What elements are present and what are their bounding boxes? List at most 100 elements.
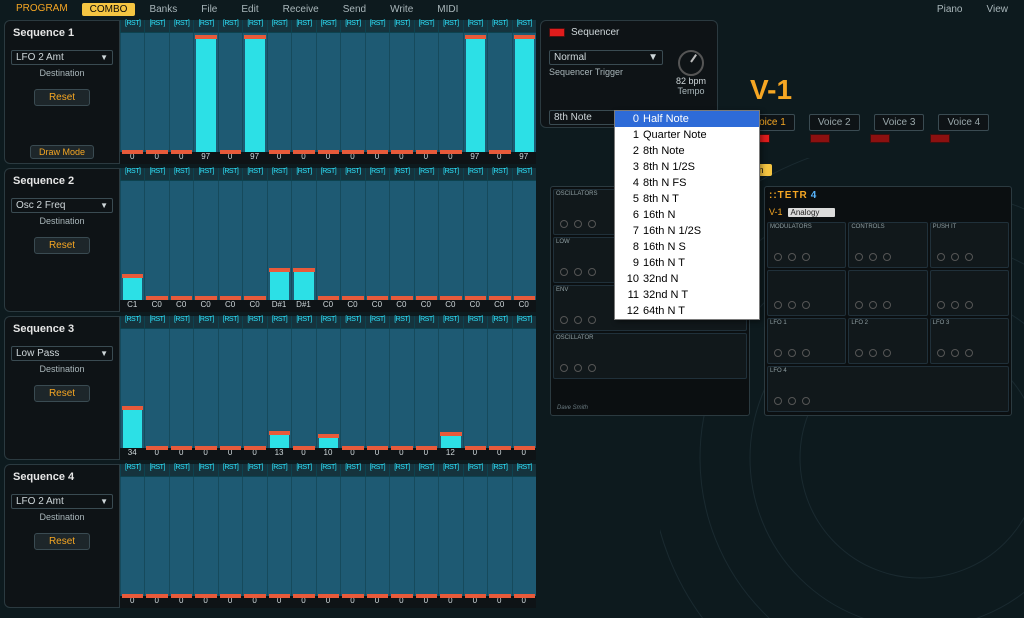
reset-button[interactable]: Reset [34, 385, 90, 402]
rst-button[interactable]: [RST] [193, 464, 217, 476]
rst-button[interactable]: [RST] [438, 20, 462, 32]
reset-button[interactable]: Reset [34, 89, 90, 106]
rst-button[interactable]: [RST] [340, 316, 364, 328]
dropdown-item[interactable]: 48th N FS [615, 175, 759, 191]
dropdown-item[interactable]: 38th N 1/2S [615, 159, 759, 175]
rst-button[interactable]: [RST] [365, 20, 389, 32]
sequence-bars[interactable] [120, 180, 536, 300]
rst-button[interactable]: [RST] [414, 464, 438, 476]
menu-edit[interactable]: Edit [231, 3, 268, 16]
rst-button[interactable]: [RST] [487, 464, 511, 476]
rst-button[interactable]: [RST] [414, 168, 438, 180]
rst-button[interactable]: [RST] [144, 464, 168, 476]
draw-mode-button[interactable]: Draw Mode [30, 145, 94, 159]
rst-button[interactable]: [RST] [438, 464, 462, 476]
rst-button[interactable]: [RST] [242, 464, 266, 476]
destination-select[interactable]: LFO 2 Amt▼ [11, 494, 113, 509]
rst-button[interactable]: [RST] [487, 316, 511, 328]
menu-view[interactable]: View [977, 3, 1019, 16]
sequence-bars[interactable] [120, 476, 536, 596]
reset-button[interactable]: Reset [34, 533, 90, 550]
rst-button[interactable]: [RST] [389, 464, 413, 476]
voice-tab-4[interactable]: Voice 4 [938, 114, 989, 131]
rst-button[interactable]: [RST] [365, 316, 389, 328]
destination-select[interactable]: Low Pass▼ [11, 346, 113, 361]
voice-tab-3[interactable]: Voice 3 [874, 114, 925, 131]
rst-button[interactable]: [RST] [144, 168, 168, 180]
dropdown-item[interactable]: 816th N S [615, 239, 759, 255]
rst-button[interactable]: [RST] [487, 168, 511, 180]
sequence-bars[interactable] [120, 32, 536, 152]
dropdown-item[interactable]: 0Half Note [615, 111, 759, 127]
dropdown-item[interactable]: 616th N [615, 207, 759, 223]
menu-midi[interactable]: MIDI [427, 3, 468, 16]
sequencer-led[interactable] [549, 28, 565, 37]
rst-button[interactable]: [RST] [389, 168, 413, 180]
destination-select[interactable]: LFO 2 Amt▼ [11, 50, 113, 65]
menu-banks[interactable]: Banks [139, 3, 187, 16]
voice-tab-2[interactable]: Voice 2 [809, 114, 860, 131]
menu-send[interactable]: Send [333, 3, 376, 16]
rst-button[interactable]: [RST] [340, 168, 364, 180]
menu-program[interactable]: PROGRAM [6, 2, 78, 17]
rst-button[interactable]: [RST] [291, 20, 315, 32]
sequencer-trigger-select[interactable]: Normal▼ [549, 50, 663, 65]
menu-file[interactable]: File [191, 3, 227, 16]
reset-button[interactable]: Reset [34, 237, 90, 254]
dropdown-item[interactable]: 1032nd N [615, 271, 759, 287]
rst-button[interactable]: [RST] [340, 464, 364, 476]
rst-button[interactable]: [RST] [512, 464, 536, 476]
rst-button[interactable]: [RST] [144, 316, 168, 328]
sequence-bars[interactable] [120, 328, 536, 448]
dropdown-item[interactable]: 716th N 1/2S [615, 223, 759, 239]
rst-button[interactable]: [RST] [316, 464, 340, 476]
voice-led-4[interactable] [930, 134, 950, 143]
dropdown-item[interactable]: 1Quarter Note [615, 127, 759, 143]
rst-button[interactable]: [RST] [193, 316, 217, 328]
rst-button[interactable]: [RST] [414, 316, 438, 328]
rst-button[interactable]: [RST] [242, 168, 266, 180]
rst-button[interactable]: [RST] [389, 20, 413, 32]
rst-button[interactable]: [RST] [120, 20, 144, 32]
rst-button[interactable]: [RST] [340, 20, 364, 32]
menu-combo[interactable]: COMBO [82, 3, 136, 16]
rst-button[interactable]: [RST] [267, 316, 291, 328]
rst-button[interactable]: [RST] [291, 168, 315, 180]
rst-button[interactable]: [RST] [316, 316, 340, 328]
rst-button[interactable]: [RST] [365, 168, 389, 180]
voice-led-2[interactable] [810, 134, 830, 143]
rst-button[interactable]: [RST] [463, 168, 487, 180]
rst-button[interactable]: [RST] [267, 464, 291, 476]
rst-button[interactable]: [RST] [316, 168, 340, 180]
rst-button[interactable]: [RST] [291, 464, 315, 476]
rst-button[interactable]: [RST] [169, 464, 193, 476]
clock-divide-dropdown[interactable]: 0Half Note1Quarter Note28th Note38th N 1… [614, 110, 760, 320]
rst-button[interactable]: [RST] [365, 464, 389, 476]
rst-button[interactable]: [RST] [218, 316, 242, 328]
dropdown-item[interactable]: 916th N T [615, 255, 759, 271]
rst-button[interactable]: [RST] [463, 20, 487, 32]
rst-button[interactable]: [RST] [267, 168, 291, 180]
tempo-knob[interactable] [678, 50, 704, 76]
rst-button[interactable]: [RST] [193, 168, 217, 180]
rst-button[interactable]: [RST] [512, 20, 536, 32]
destination-select[interactable]: Osc 2 Freq▼ [11, 198, 113, 213]
dropdown-item[interactable]: 58th N T [615, 191, 759, 207]
rst-button[interactable]: [RST] [169, 20, 193, 32]
rst-button[interactable]: [RST] [242, 20, 266, 32]
rst-button[interactable]: [RST] [169, 316, 193, 328]
rst-button[interactable]: [RST] [463, 316, 487, 328]
voice-led-3[interactable] [870, 134, 890, 143]
menu-receive[interactable]: Receive [273, 3, 329, 16]
rst-button[interactable]: [RST] [291, 316, 315, 328]
rst-button[interactable]: [RST] [218, 20, 242, 32]
rst-button[interactable]: [RST] [438, 168, 462, 180]
rst-button[interactable]: [RST] [512, 168, 536, 180]
rst-button[interactable]: [RST] [120, 316, 144, 328]
rst-button[interactable]: [RST] [267, 20, 291, 32]
rst-button[interactable]: [RST] [438, 316, 462, 328]
dropdown-item[interactable]: 28th Note [615, 143, 759, 159]
rst-button[interactable]: [RST] [120, 168, 144, 180]
dropdown-item[interactable]: 1132nd N T [615, 287, 759, 303]
thumb-right[interactable]: ::TETR4 V-1 Analogy MODULATORSCONTROLSPU… [764, 186, 1012, 416]
